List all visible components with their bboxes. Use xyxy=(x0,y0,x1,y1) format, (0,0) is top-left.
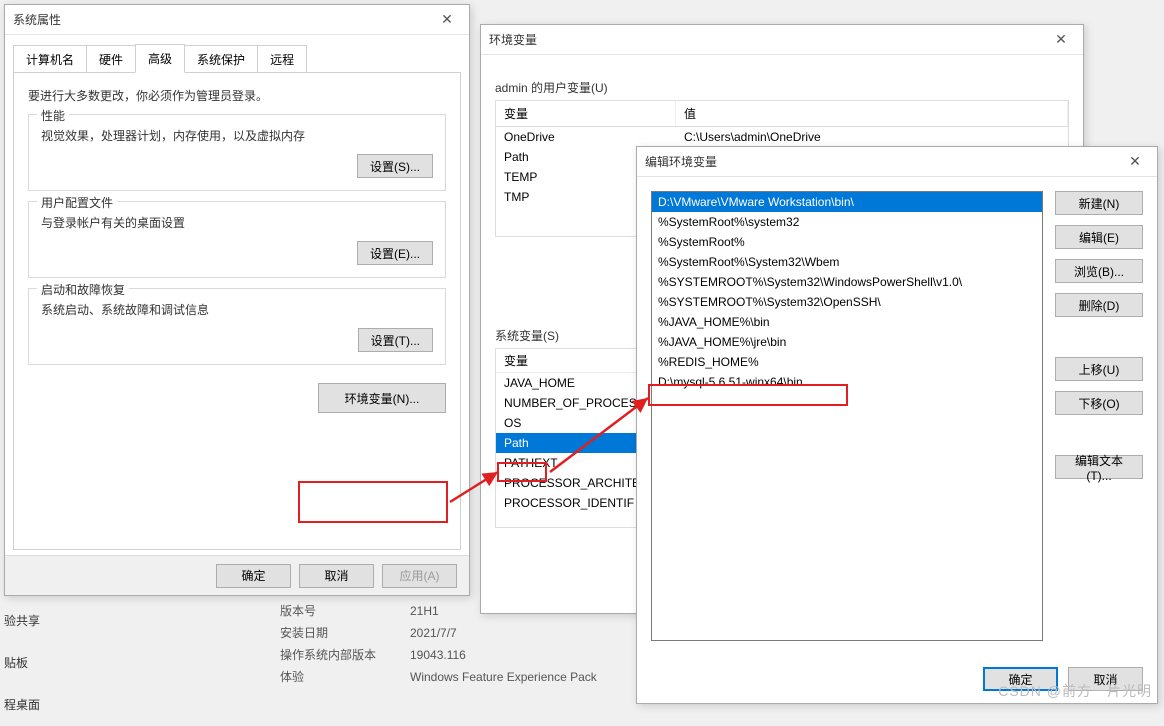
performance-group: 性能 视觉效果，处理器计划，内存使用，以及虚拟内存 设置(S)... xyxy=(28,114,446,191)
profiles-settings-button[interactable]: 设置(E)... xyxy=(357,241,433,265)
user-vars-header: 变量值 xyxy=(495,100,1069,127)
edit-text-button[interactable]: 编辑文本(T)... xyxy=(1055,455,1143,479)
tab-advanced[interactable]: 高级 xyxy=(135,44,185,73)
tab-hardware[interactable]: 硬件 xyxy=(86,45,136,73)
delete-button[interactable]: 删除(D) xyxy=(1055,293,1143,317)
close-icon[interactable]: ✕ xyxy=(1121,153,1149,170)
new-button[interactable]: 新建(N) xyxy=(1055,191,1143,215)
tab-system-protection[interactable]: 系统保护 xyxy=(184,45,258,73)
startup-settings-button[interactable]: 设置(T)... xyxy=(358,328,433,352)
list-item[interactable]: %SystemRoot%\system32 xyxy=(652,212,1042,232)
intro-text: 要进行大多数更改，你必须作为管理员登录。 xyxy=(28,87,446,104)
list-item[interactable]: D:\VMware\VMware Workstation\bin\ xyxy=(652,192,1042,212)
tabs: 计算机名 硬件 高级 系统保护 远程 xyxy=(5,35,469,72)
startup-recovery-group: 启动和故障恢复 系统启动、系统故障和调试信息 设置(T)... xyxy=(28,288,446,365)
cancel-button[interactable]: 取消 xyxy=(299,564,374,588)
ok-button[interactable]: 确定 xyxy=(216,564,291,588)
move-down-button[interactable]: 下移(O) xyxy=(1055,391,1143,415)
list-item[interactable]: %SYSTEMROOT%\System32\WindowsPowerShell\… xyxy=(652,272,1042,292)
tab-computer-name[interactable]: 计算机名 xyxy=(13,45,87,73)
list-item[interactable]: %JAVA_HOME%\bin xyxy=(652,312,1042,332)
apply-button[interactable]: 应用(A) xyxy=(382,564,457,588)
list-item[interactable]: %SystemRoot%\System32\Wbem xyxy=(652,252,1042,272)
dialog-title: 系统属性 xyxy=(13,11,433,28)
list-item[interactable]: %JAVA_HOME%\jre\bin xyxy=(652,332,1042,352)
move-up-button[interactable]: 上移(U) xyxy=(1055,357,1143,381)
environment-variables-button[interactable]: 环境变量(N)... xyxy=(318,383,446,413)
browse-button[interactable]: 浏览(B)... xyxy=(1055,259,1143,283)
close-icon[interactable]: ✕ xyxy=(433,11,461,28)
list-item[interactable]: %SystemRoot% xyxy=(652,232,1042,252)
dialog-title: 环境变量 xyxy=(489,31,1047,48)
tab-remote[interactable]: 远程 xyxy=(257,45,307,73)
path-list[interactable]: D:\VMware\VMware Workstation\bin\%System… xyxy=(651,191,1043,641)
dialog-title: 编辑环境变量 xyxy=(645,153,1121,170)
user-vars-label: admin 的用户变量(U) xyxy=(495,79,1069,96)
bg-item: 验共享 xyxy=(4,600,40,642)
bg-item: 贴板 xyxy=(4,642,40,684)
edit-environment-variable-dialog: 编辑环境变量 ✕ D:\VMware\VMware Workstation\bi… xyxy=(636,146,1158,704)
table-row[interactable]: OneDriveC:\Users\admin\OneDrive xyxy=(496,127,1068,147)
user-profiles-group: 用户配置文件 与登录帐户有关的桌面设置 设置(E)... xyxy=(28,201,446,278)
edit-button[interactable]: 编辑(E) xyxy=(1055,225,1143,249)
bg-item: 程桌面 xyxy=(4,684,40,726)
close-icon[interactable]: ✕ xyxy=(1047,31,1075,48)
list-item[interactable]: D:\mysql-5.6.51-winx64\bin xyxy=(652,372,1042,392)
list-item[interactable]: %SYSTEMROOT%\System32\OpenSSH\ xyxy=(652,292,1042,312)
watermark: CSDN @前方一片光明 xyxy=(998,681,1152,701)
system-properties-dialog: 系统属性 ✕ 计算机名 硬件 高级 系统保护 远程 要进行大多数更改，你必须作为… xyxy=(4,4,470,596)
list-item[interactable]: %REDIS_HOME% xyxy=(652,352,1042,372)
performance-settings-button[interactable]: 设置(S)... xyxy=(357,154,433,178)
